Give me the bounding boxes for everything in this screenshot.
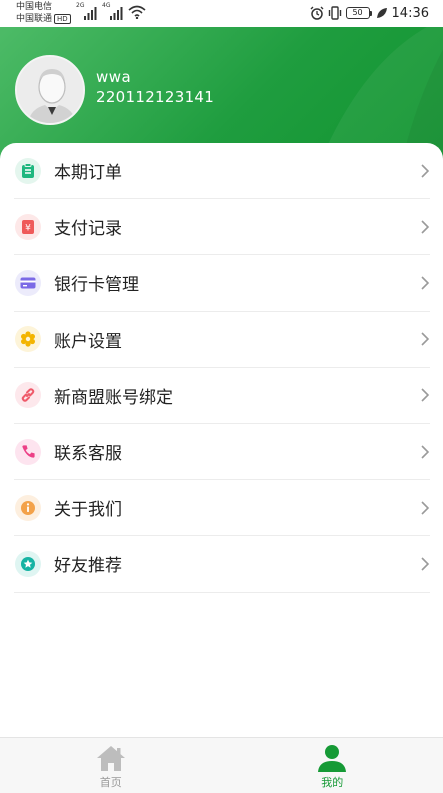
status-bar: 中国电信 中国联通 HD 2G 4G 50 14:36: [0, 0, 443, 27]
signal-1-icon: [84, 7, 97, 20]
menu-item-bank-cards[interactable]: 银行卡管理: [14, 255, 430, 312]
chevron-right-icon: [421, 164, 430, 178]
star-icon: [15, 550, 41, 577]
payment-record-icon: ¥: [15, 213, 41, 240]
user-avatar-icon: [17, 57, 83, 123]
status-right: 50 14:36: [310, 4, 429, 22]
menu-item-refer-friend[interactable]: 好友推荐: [14, 536, 430, 593]
menu-item-customer-service[interactable]: 联系客服: [14, 424, 430, 481]
user-id: 220112123141: [96, 88, 215, 106]
menu-label: 账户设置: [54, 331, 122, 352]
user-name: wwa: [96, 68, 132, 86]
gear-icon: [15, 326, 41, 353]
battery-level: 50: [345, 7, 370, 19]
chevron-right-icon: [421, 557, 430, 571]
nav-label-mine: 我的: [321, 776, 344, 789]
svg-text:¥: ¥: [25, 223, 31, 233]
wifi-icon: [128, 5, 146, 19]
battery-icon: 50: [345, 7, 372, 19]
avatar[interactable]: [15, 55, 85, 125]
menu-item-payment-records[interactable]: ¥ 支付记录: [14, 199, 430, 256]
nav-item-mine[interactable]: 我的: [222, 738, 443, 793]
menu-label: 联系客服: [54, 444, 122, 465]
clipboard-icon: [15, 157, 41, 184]
profile-screen: 中国电信 中国联通 HD 2G 4G 50 14:36 wwa 22011212…: [0, 0, 443, 793]
alarm-icon: [310, 6, 324, 20]
link-icon: [15, 382, 41, 409]
menu-label: 关于我们: [54, 500, 122, 521]
menu-list: 本期订单 ¥ 支付记录 银行卡管理 账户设置 新商盟账号绑定 联系客服 关于我们…: [14, 143, 430, 593]
home-icon: [96, 746, 125, 771]
user-icon: [318, 745, 347, 772]
carrier-2: 中国联通: [16, 14, 53, 24]
menu-label: 好友推荐: [54, 556, 122, 577]
menu-label: 银行卡管理: [54, 275, 139, 296]
chevron-right-icon: [421, 332, 430, 346]
menu-item-current-orders[interactable]: 本期订单: [14, 143, 430, 200]
menu-label: 本期订单: [54, 163, 122, 184]
chevron-right-icon: [421, 444, 430, 459]
menu-label: 新商盟账号绑定: [54, 387, 173, 408]
chevron-right-icon: [421, 501, 430, 515]
vibrate-icon: [328, 6, 341, 20]
carrier-info: 中国电信 中国联通 HD: [16, 1, 71, 25]
hd-badge: HD: [54, 13, 71, 24]
info-icon: [15, 494, 41, 521]
menu-item-account-settings[interactable]: 账户设置: [14, 312, 430, 368]
phone-icon: [15, 438, 41, 465]
chevron-right-icon: [421, 276, 430, 290]
chevron-right-icon: [421, 388, 430, 402]
menu-item-about-us[interactable]: 关于我们: [14, 480, 430, 537]
carrier-1: 中国电信: [16, 2, 53, 12]
chevron-right-icon: [421, 220, 430, 234]
nav-label-home: 首页: [99, 776, 122, 789]
menu-item-account-binding[interactable]: 新商盟账号绑定: [14, 368, 430, 424]
menu-card: 本期订单 ¥ 支付记录 银行卡管理 账户设置 新商盟账号绑定 联系客服 关于我们…: [0, 143, 443, 743]
signal-2-icon: [110, 7, 123, 20]
bottom-nav: 首页 我的: [0, 737, 443, 793]
nav-item-home[interactable]: 首页: [0, 738, 222, 793]
status-time: 14:36: [391, 5, 429, 21]
leaf-icon: [376, 8, 387, 18]
menu-label: 支付记录: [54, 219, 122, 240]
bank-card-icon: [15, 269, 41, 296]
